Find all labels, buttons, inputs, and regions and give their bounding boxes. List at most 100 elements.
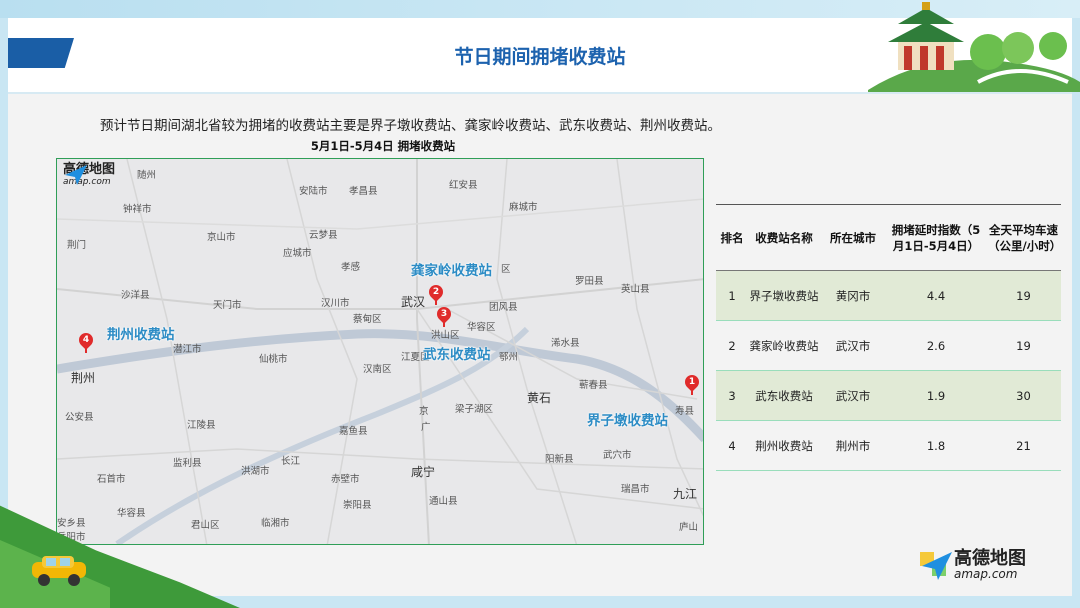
- col-header-station: 收费站名称: [748, 204, 820, 271]
- map-place: 武汉: [401, 295, 426, 309]
- marker-number: 3: [440, 309, 448, 319]
- marker-number: 1: [688, 377, 696, 387]
- map-place: 阳新县: [545, 454, 574, 465]
- header-divider: [8, 92, 1072, 94]
- map-place: 石首市: [97, 474, 126, 485]
- map-place: 随州: [137, 170, 157, 181]
- station-label-jiezidun: 界子墩收费站: [587, 413, 668, 429]
- map-place: 团风县: [489, 302, 518, 313]
- cell-delay-index: 4.4: [886, 270, 986, 321]
- table-row: 4 荆州收费站 荆州市 1.8 21: [716, 420, 1061, 471]
- map-place: 钟祥市: [123, 204, 152, 215]
- station-label-gongjialing: 龚家岭收费站: [411, 263, 492, 279]
- station-label-wudong: 武东收费站: [423, 347, 491, 363]
- car-illustration: [32, 556, 86, 586]
- map-place: 通山县: [429, 496, 458, 507]
- cell-station: 界子墩收费站: [748, 270, 820, 321]
- map-place: 公安县: [65, 412, 94, 423]
- marker-number: 4: [82, 335, 90, 345]
- map-place: 云梦县: [309, 230, 338, 241]
- map-place: 仙桃市: [259, 354, 288, 365]
- map-place: 赤壁市: [331, 474, 360, 485]
- footer-amap-logo: 高德地图 amap.com: [918, 548, 1026, 582]
- map-place: 庐山: [679, 522, 699, 533]
- map-place: 华容区: [467, 322, 496, 333]
- map-place: 华容县: [117, 508, 146, 519]
- amap-arrow-icon: [920, 552, 952, 580]
- map-place: 麻城市: [509, 202, 538, 213]
- cell-station: 荆州收费站: [748, 420, 820, 471]
- map-panel[interactable]: 高德地图 amap.com 随州 安陆市 孝昌县 红安县 麻城市 钟祥市 京山市…: [56, 158, 704, 545]
- map-amap-logo: 高德地图 amap.com: [63, 163, 115, 188]
- cell-delay-index: 2.6: [886, 320, 986, 371]
- map-place: 孝感: [341, 262, 361, 273]
- map-place: 荆门: [67, 240, 87, 251]
- map-place: 蔡甸区: [353, 314, 382, 325]
- map-place: 监利县: [173, 458, 202, 469]
- map-place: 嘉鱼县: [339, 426, 368, 437]
- map-place: 京山市: [207, 232, 236, 243]
- map-place: 京: [419, 406, 429, 417]
- map-place: 黄石: [527, 391, 552, 405]
- cell-avg-speed: 19: [986, 320, 1061, 371]
- map-place: 江陵县: [187, 420, 216, 431]
- pavilion-illustration: [868, 2, 1080, 92]
- cell-avg-speed: 19: [986, 270, 1061, 321]
- map-place: 长江: [281, 456, 301, 467]
- col-header-avg-speed: 全天平均车速（公里/小时）: [986, 204, 1061, 271]
- cell-city: 荆州市: [820, 420, 886, 471]
- station-marker-1[interactable]: 1: [682, 372, 702, 395]
- map-place: 鄂州: [499, 352, 519, 363]
- map-place: 君山区: [191, 520, 220, 531]
- map-place: 梁子湖区: [455, 404, 494, 415]
- map-place: 红安县: [449, 180, 478, 191]
- cell-rank: 1: [716, 270, 748, 321]
- map-caption: 5月1日-5月4日 拥堵收费站: [310, 139, 456, 153]
- cell-rank: 2: [716, 320, 748, 371]
- map-place: 沙洋县: [121, 290, 150, 301]
- station-marker-4[interactable]: 4: [76, 330, 96, 353]
- amap-arrow-icon: [65, 165, 87, 185]
- map-place: 汉川市: [321, 298, 350, 309]
- cell-avg-speed: 30: [986, 370, 1061, 421]
- marker-number: 2: [432, 287, 440, 297]
- map-place: 汉南区: [363, 364, 392, 375]
- map-place: 咸宁: [411, 465, 436, 479]
- cell-rank: 3: [716, 370, 748, 421]
- footer-logo-name: 高德地图: [954, 548, 1026, 569]
- col-header-city: 所在城市: [820, 204, 886, 271]
- cell-delay-index: 1.8: [886, 420, 986, 471]
- cell-city: 武汉市: [820, 320, 886, 371]
- cell-station: 龚家岭收费站: [748, 320, 820, 371]
- map-place: 英山县: [621, 284, 650, 295]
- col-header-delay-index: 拥堵延时指数（5月1日-5月4日）: [886, 204, 986, 271]
- ranking-table: 排名 收费站名称 所在城市 拥堵延时指数（5月1日-5月4日） 全天平均车速（公…: [716, 204, 1061, 471]
- map-place: 崇阳县: [343, 500, 372, 511]
- cell-station: 武东收费站: [748, 370, 820, 421]
- map-place: 潜江市: [173, 344, 202, 355]
- map-place: 临湘市: [261, 518, 290, 529]
- map-place: 应城市: [283, 248, 312, 259]
- map-place: 瑞昌市: [621, 484, 650, 495]
- map-place: 浠水县: [551, 338, 580, 349]
- map-place: 洪湖市: [241, 466, 270, 477]
- station-label-jingzhou: 荆州收费站: [107, 327, 175, 343]
- map-place: 安乡县: [57, 518, 86, 529]
- map-place: 九江: [673, 487, 698, 501]
- map-place: 武穴市: [603, 450, 632, 461]
- table-row: 3 武东收费站 武汉市 1.9 30: [716, 370, 1061, 421]
- cell-city: 黄冈市: [820, 270, 886, 321]
- map-place: 荆州: [71, 371, 96, 385]
- map-place: 罗田县: [575, 276, 604, 287]
- cell-city: 武汉市: [820, 370, 886, 421]
- table-row: 2 龚家岭收费站 武汉市 2.6 19: [716, 320, 1061, 371]
- map-place: 寿县: [675, 406, 695, 417]
- station-marker-2[interactable]: 2: [426, 282, 446, 305]
- map-place: 孝昌县: [349, 186, 378, 197]
- station-marker-3[interactable]: 3: [434, 304, 454, 327]
- map-place: 洪山区: [431, 330, 460, 341]
- map-place: 广: [421, 422, 431, 433]
- cell-rank: 4: [716, 420, 748, 471]
- table-row: 1 界子墩收费站 黄冈市 4.4 19: [716, 270, 1061, 321]
- map-place: 天门市: [213, 300, 242, 311]
